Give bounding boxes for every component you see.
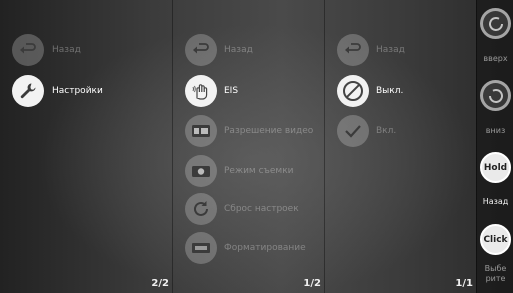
down-button[interactable]: [480, 80, 511, 111]
up-button[interactable]: [480, 8, 511, 39]
hold-button-label: Назад: [482, 197, 509, 206]
control-sidebar: вверх вниз Hold Назад Click Выбе рите: [476, 0, 513, 293]
menu-item-label: Выкл.: [376, 86, 404, 96]
page-indicator: 1/2: [303, 278, 321, 289]
menu-item-label: Назад: [52, 45, 81, 55]
rotate-down-icon: [488, 88, 503, 103]
menu-item-label: Настройки: [52, 86, 103, 96]
camera-settings-screen: Назад Настройки 2/2 Назад EIS Разрешение…: [0, 0, 513, 293]
page-indicator: 1/1: [455, 278, 473, 289]
menu-item-back[interactable]: Назад: [185, 34, 253, 66]
menu-item-on[interactable]: Вкл.: [337, 115, 396, 147]
menu-item-label: Разрешение видео: [224, 126, 314, 136]
back-arrow-icon: [12, 34, 44, 66]
menu-panel-main: Назад Настройки 2/2: [0, 0, 172, 293]
menu-item-off[interactable]: Выкл.: [337, 75, 403, 107]
up-button-label: вверх: [483, 54, 508, 63]
menu-item-label: Вкл.: [376, 126, 397, 136]
menu-item-label: Назад: [224, 45, 253, 55]
click-button[interactable]: Click: [480, 224, 511, 255]
wrench-icon: [12, 75, 44, 107]
format-icon: [185, 232, 217, 264]
hold-button-text: Hold: [483, 162, 508, 173]
video-resolution-icon: [185, 115, 217, 147]
menu-item-video-resolution[interactable]: Разрешение видео: [185, 115, 313, 147]
menu-item-shooting-mode[interactable]: Режим съемки: [185, 155, 294, 187]
click-button-text: Click: [483, 234, 508, 245]
back-arrow-icon: [185, 34, 217, 66]
menu-panel-settings: Назад EIS Разрешение видео Режим съемки …: [172, 0, 324, 293]
menu-item-label: Сброс настроек: [224, 204, 299, 214]
menu-panel-eis: Назад Выкл. Вкл. 1/1: [324, 0, 476, 293]
menu-item-reset[interactable]: Сброс настроек: [185, 193, 299, 225]
hold-button[interactable]: Hold: [480, 152, 511, 183]
page-indicator: 2/2: [151, 278, 169, 289]
menu-item-settings[interactable]: Настройки: [12, 75, 103, 107]
hand-stabilization-icon: [185, 75, 217, 107]
off-circle-icon: [337, 75, 369, 107]
menu-item-eis[interactable]: EIS: [185, 75, 238, 107]
menu-item-back[interactable]: Назад: [337, 34, 405, 66]
menu-item-back[interactable]: Назад: [12, 34, 81, 66]
menu-item-label: EIS: [224, 86, 239, 96]
click-button-label-line2: рите: [485, 274, 506, 283]
click-button-label-line1: Выбе: [484, 264, 507, 273]
menu-item-label: Назад: [376, 45, 405, 55]
back-arrow-icon: [337, 34, 369, 66]
reset-icon: [185, 193, 217, 225]
rotate-up-icon: [488, 16, 503, 31]
down-button-label: вниз: [485, 126, 506, 135]
checkmark-icon: [337, 115, 369, 147]
menu-item-label: Режим съемки: [224, 166, 294, 176]
menu-item-format[interactable]: Форматирование: [185, 232, 306, 264]
camera-mode-icon: [185, 155, 217, 187]
menu-item-label: Форматирование: [224, 243, 306, 253]
